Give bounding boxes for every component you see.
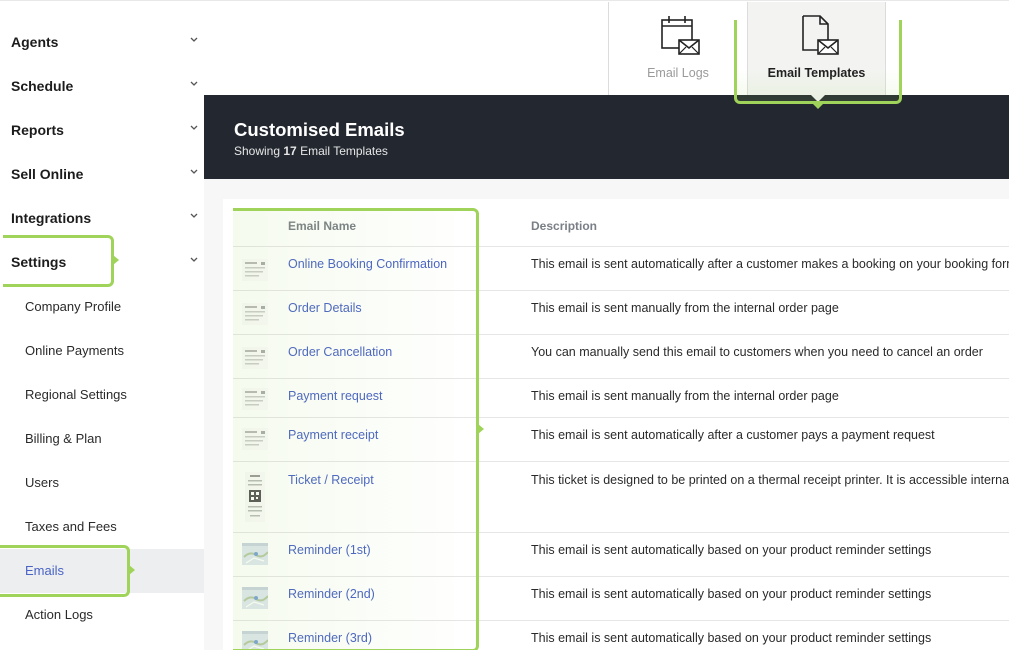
map-thumbnail [242, 587, 268, 609]
map-thumbnail [242, 631, 268, 650]
template-count: 17 [283, 144, 297, 158]
chevron-down-icon [190, 257, 198, 262]
email-name-link[interactable]: Ticket / Receipt [288, 473, 374, 487]
table-row[interactable]: Reminder (3rd) This email is sent automa… [233, 620, 1009, 650]
email-description: This email is sent automatically based o… [531, 587, 932, 601]
chevron-down-icon [190, 37, 198, 42]
email-thumbnail [242, 388, 268, 410]
sidebar-item-label: Action Logs [25, 607, 93, 622]
subtitle-suffix: Email Templates [300, 144, 388, 158]
sidebar-section-label: Sell Online [11, 166, 84, 182]
sidebar-item-label: Billing & Plan [25, 431, 102, 446]
column-header-description: Description [531, 219, 598, 233]
sidebar-item-emails[interactable]: Emails [0, 549, 204, 593]
sidebar: Agents Schedule Reports Sell Online Inte… [0, 0, 204, 650]
chevron-down-icon [190, 213, 198, 218]
email-name-link[interactable]: Order Details [288, 301, 362, 315]
email-description: You can manually send this email to cust… [531, 345, 983, 359]
email-description: This email is sent automatically based o… [531, 543, 932, 557]
table-row[interactable]: Order Details This email is sent manuall… [233, 290, 1009, 334]
chevron-down-icon [190, 125, 198, 130]
email-description: This email is sent automatically after a… [531, 257, 1009, 271]
sidebar-item-label: Company Profile [25, 299, 122, 314]
sidebar-item-label: Online Payments [25, 343, 124, 358]
tab-label: Email Templates [767, 66, 866, 80]
sidebar-section-label: Schedule [11, 78, 74, 94]
main-content: Email Logs Email Templates Customised Em… [204, 0, 1009, 650]
table-row[interactable]: Online Booking Confirmation This email i… [233, 246, 1009, 290]
email-name-link[interactable]: Reminder (2nd) [288, 587, 375, 601]
email-description: This ticket is designed to be printed on… [531, 473, 1009, 487]
sidebar-item-billing-plan[interactable]: Billing & Plan [0, 417, 204, 461]
sidebar-item-label: Taxes and Fees [25, 519, 117, 534]
sidebar-section-sell-online[interactable]: Sell Online [0, 152, 204, 196]
chevron-down-icon [190, 81, 198, 86]
sidebar-item-online-payments[interactable]: Online Payments [0, 329, 204, 373]
sidebar-item-regional-settings[interactable]: Regional Settings [0, 373, 204, 417]
templates-table: Email Name Description Online Booking Co… [223, 199, 1009, 650]
map-thumbnail [242, 543, 268, 565]
tab-email-templates[interactable]: Email Templates [747, 2, 886, 96]
email-thumbnail [242, 303, 268, 325]
calendar-mail-icon [661, 16, 700, 55]
tab-email-logs[interactable]: Email Logs [608, 2, 747, 96]
tab-bar: Email Logs Email Templates [204, 0, 1009, 96]
sidebar-section-label: Integrations [11, 210, 92, 226]
email-description: This email is sent automatically based o… [531, 631, 932, 645]
email-description: This email is sent manually from the int… [531, 301, 839, 315]
document-mail-icon [802, 15, 839, 55]
sidebar-section-integrations[interactable]: Integrations [0, 196, 204, 240]
email-name-link[interactable]: Reminder (3rd) [288, 631, 372, 645]
app-window: Agents Schedule Reports Sell Online Inte… [0, 0, 1009, 650]
sidebar-item-label: Users [25, 475, 59, 490]
sidebar-item-users[interactable]: Users [0, 461, 204, 505]
email-name-link[interactable]: Order Cancellation [288, 345, 392, 359]
email-name-link[interactable]: Payment receipt [288, 428, 378, 442]
sidebar-item-action-logs[interactable]: Action Logs [0, 593, 204, 637]
email-thumbnail [242, 428, 268, 450]
subtitle-prefix: Showing [234, 144, 281, 158]
email-name-link[interactable]: Online Booking Confirmation [288, 257, 447, 271]
active-tab-pointer [811, 95, 825, 102]
email-name-link[interactable]: Reminder (1st) [288, 543, 371, 557]
page-title: Customised Emails [234, 119, 405, 140]
email-description: This email is sent automatically after a… [531, 428, 935, 442]
table-row[interactable]: Ticket / Receipt This ticket is designed… [233, 461, 1009, 532]
sidebar-section-settings[interactable]: Settings [0, 240, 204, 284]
sidebar-section-label: Settings [11, 254, 67, 270]
table-row[interactable]: Reminder (1st) This email is sent automa… [233, 532, 1009, 576]
tab-label: Email Logs [647, 66, 709, 80]
sidebar-item-taxes-and-fees[interactable]: Taxes and Fees [0, 505, 204, 549]
sidebar-section-agents[interactable]: Agents [0, 20, 204, 64]
page-subtitle: Showing 17 Email Templates [234, 144, 388, 158]
sidebar-item-label: Emails [25, 563, 65, 578]
page-header: Customised Emails Showing 17 Email Templ… [204, 95, 1009, 179]
sidebar-item-label: Regional Settings [25, 387, 127, 402]
sidebar-section-label: Reports [11, 122, 64, 138]
table-row[interactable]: Payment request This email is sent manua… [233, 378, 1009, 417]
email-thumbnail [242, 259, 268, 281]
sidebar-item-company-profile[interactable]: Company Profile [0, 285, 204, 329]
chevron-down-icon [190, 169, 198, 174]
table-row[interactable]: Order Cancellation You can manually send… [233, 334, 1009, 378]
table-row[interactable]: Payment receipt This email is sent autom… [233, 417, 1009, 461]
column-header-email-name: Email Name [288, 219, 357, 233]
sidebar-section-reports[interactable]: Reports [0, 108, 204, 152]
receipt-thumbnail [245, 472, 265, 522]
email-description: This email is sent manually from the int… [531, 389, 839, 403]
sidebar-section-schedule[interactable]: Schedule [0, 64, 204, 108]
sidebar-section-label: Agents [11, 34, 59, 50]
table-row[interactable]: Reminder (2nd) This email is sent automa… [233, 576, 1009, 620]
email-name-link[interactable]: Payment request [288, 389, 383, 403]
email-thumbnail [242, 347, 268, 369]
